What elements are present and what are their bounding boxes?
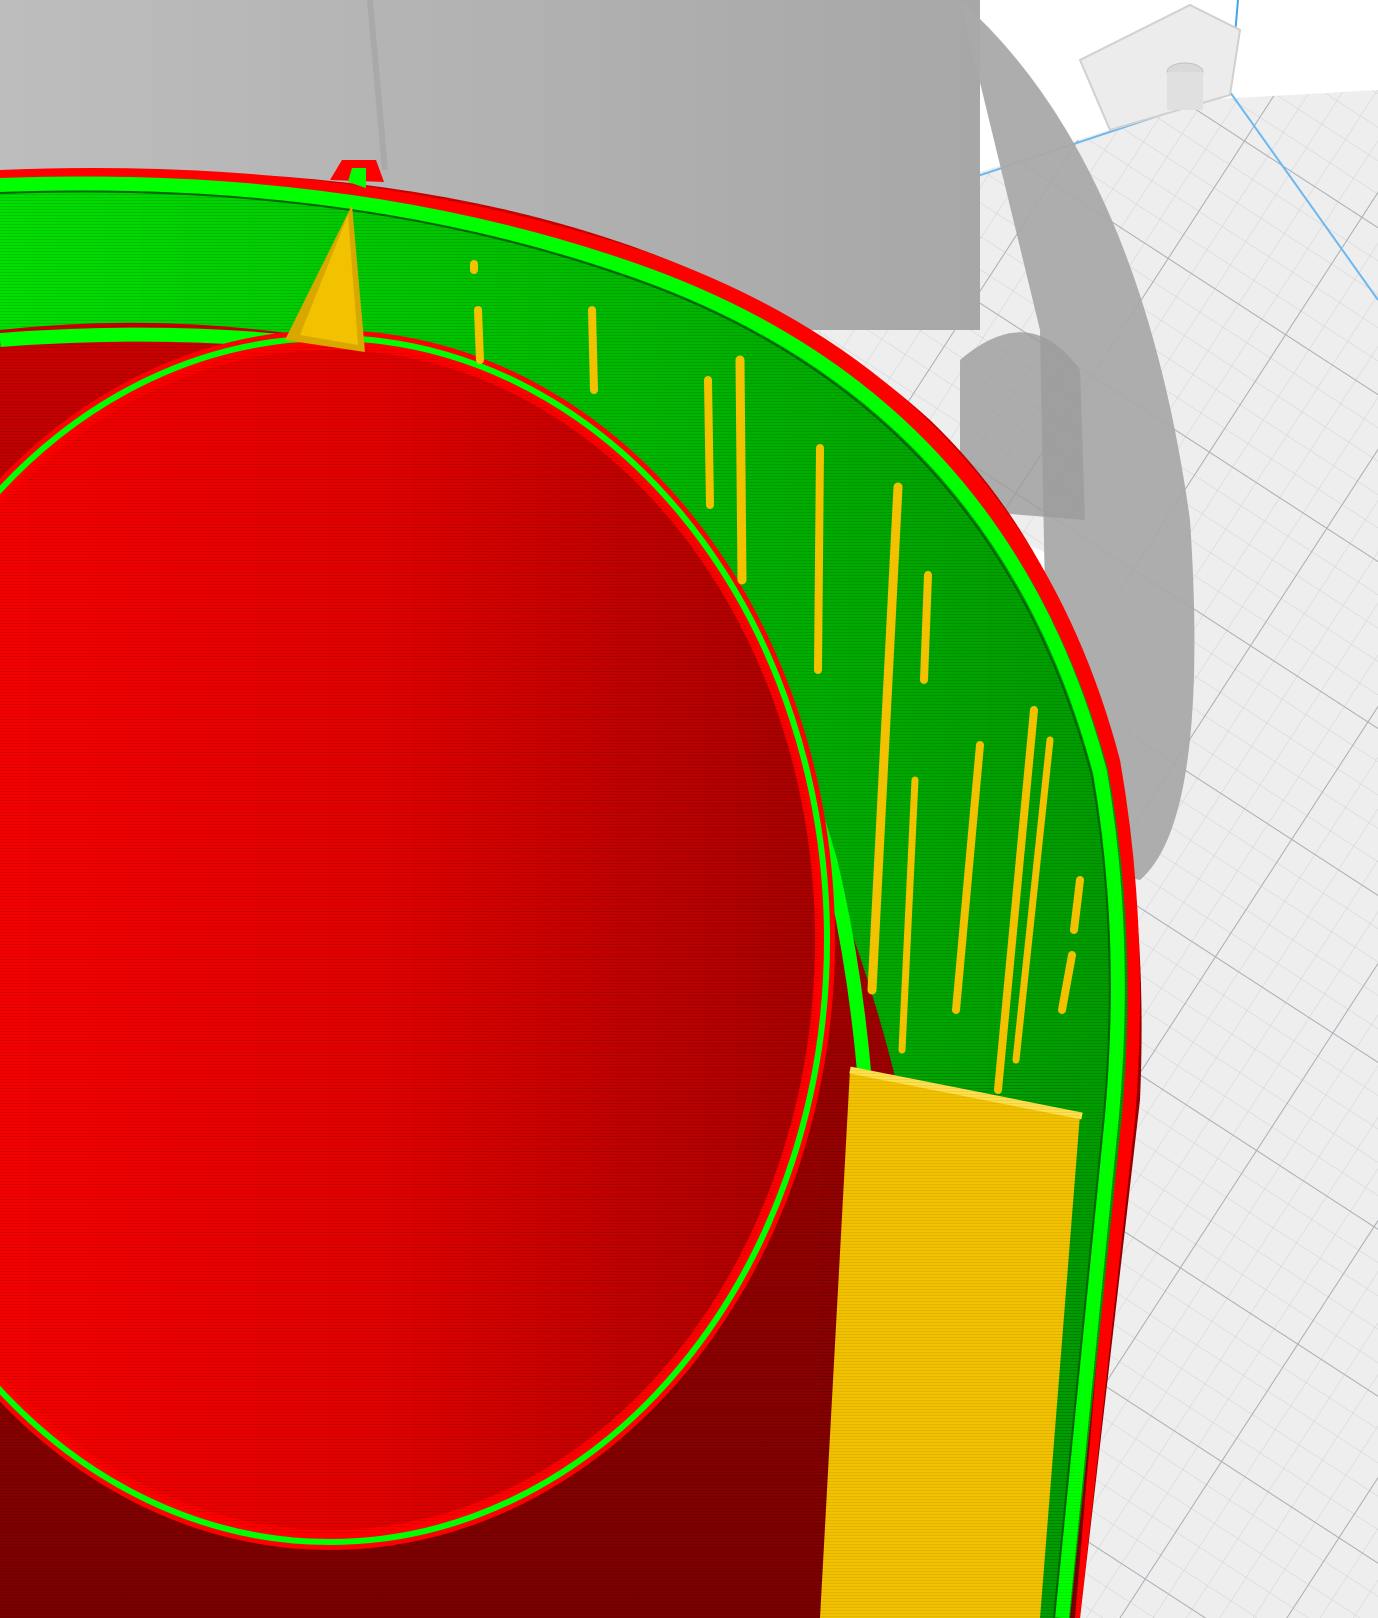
support-pillar — [474, 306, 484, 364]
support-pillar — [588, 306, 598, 394]
support-pillar — [814, 444, 824, 674]
layer-preview-canvas[interactable] — [0, 0, 1378, 1618]
layer-view-viewport[interactable] — [0, 0, 1378, 1618]
ghost-model-hole-post — [1167, 72, 1203, 110]
support-pillar — [704, 376, 714, 509]
support-pillar — [920, 571, 932, 684]
support-block-lower-texture — [820, 1070, 1080, 1618]
support-pillar — [735, 355, 747, 585]
